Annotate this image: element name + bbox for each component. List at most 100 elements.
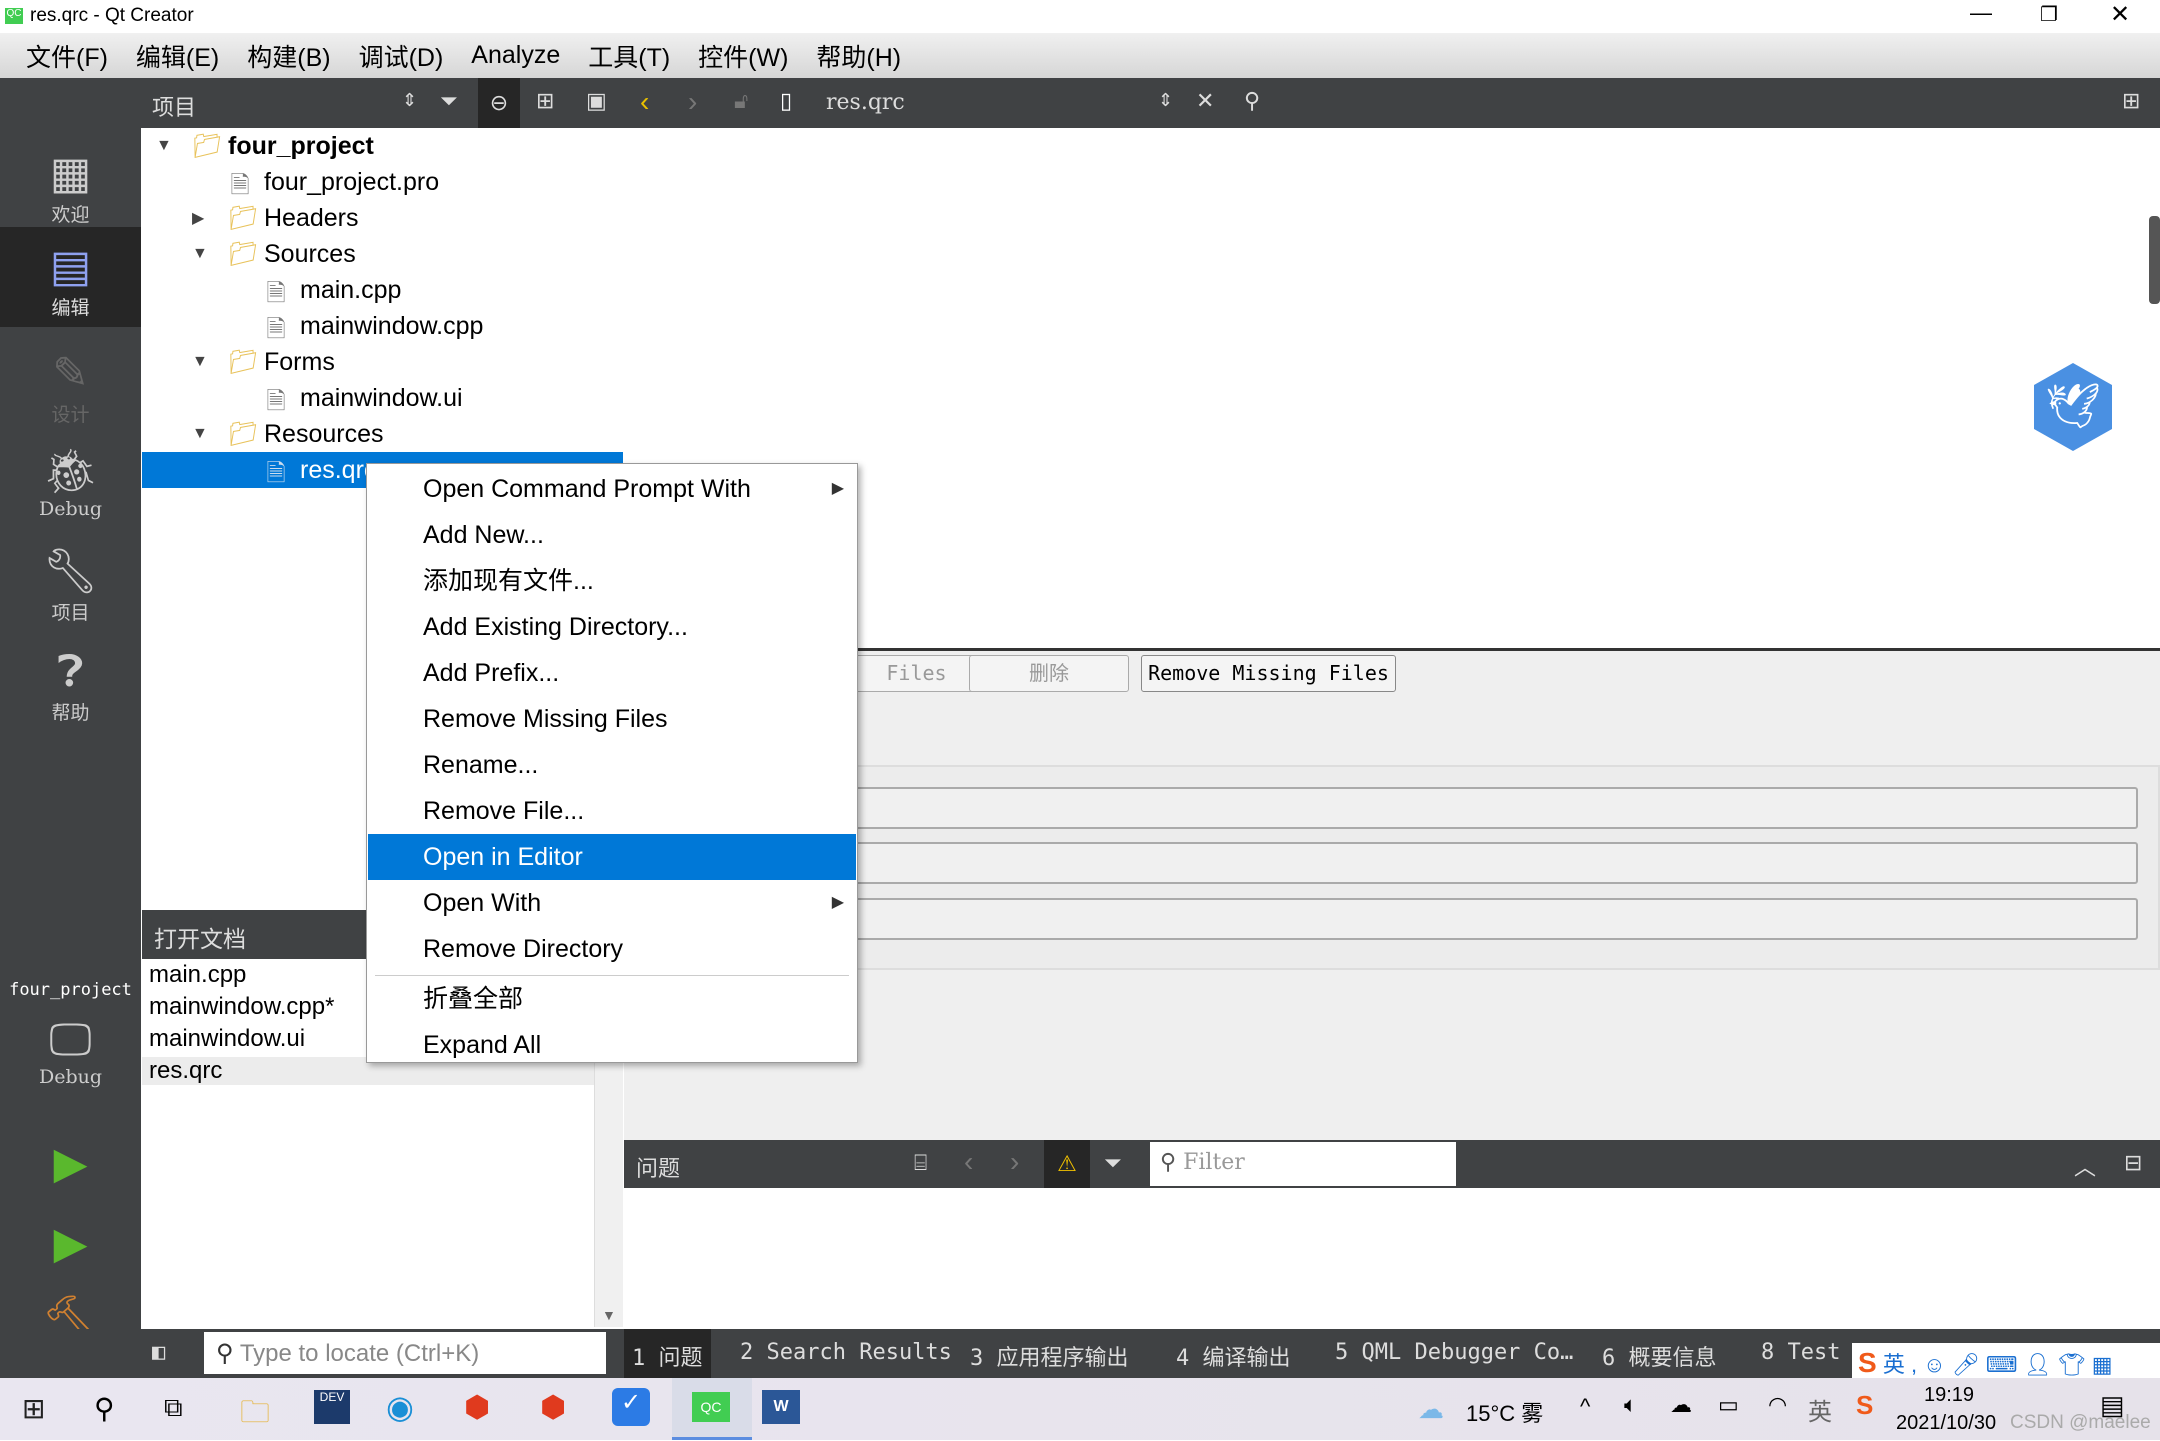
tree-item[interactable]: 🗎 four_project.pro	[142, 164, 623, 200]
menu-tools[interactable]: 工具(T)	[574, 38, 684, 74]
start-icon[interactable]: ⊞	[22, 1392, 45, 1425]
filter-icon[interactable]: ⏷	[1104, 1150, 1122, 1176]
run-button[interactable]: ▶	[0, 1138, 141, 1190]
split-icon[interactable]: ⊞	[536, 88, 554, 114]
scroll-down-icon[interactable]: ▼	[602, 1307, 616, 1323]
context-menu-item[interactable]: 添加现有文件...	[368, 558, 856, 604]
context-menu-item[interactable]: Open in Editor	[368, 834, 856, 880]
clock-time[interactable]: 19:19	[1924, 1384, 1974, 1407]
tree-item[interactable]: 🗎 main.cpp	[142, 272, 623, 308]
context-menu-item[interactable]: Remove Directory	[368, 926, 856, 972]
close-pane-icon[interactable]: ⊟	[2124, 1150, 2142, 1176]
menu-debug[interactable]: 调试(D)	[345, 38, 458, 74]
tree-item[interactable]: ▼ 📁︎ four_project	[142, 128, 623, 164]
menu-widgets[interactable]: 控件(W)	[684, 38, 802, 74]
tree-item[interactable]: ▼ 📁︎ Sources	[142, 236, 623, 272]
file-explorer-icon[interactable]: 🗀︎	[240, 1390, 270, 1441]
open-doc-item[interactable]: mainwindow.cpp*	[149, 993, 334, 1021]
output-tab-problems[interactable]: 1 问题	[624, 1329, 711, 1378]
close-button[interactable]: ✕	[2110, 0, 2130, 29]
inspector-icon[interactable]: ⚲	[1244, 88, 1260, 114]
ime-lang[interactable]: 英	[1883, 1352, 1905, 1377]
kit-selector[interactable]: 🖵︎ Debug	[0, 1014, 141, 1088]
tree-item[interactable]: ▶ 📁︎ Headers	[142, 200, 623, 236]
word-icon[interactable]: W	[762, 1390, 800, 1424]
tree-item[interactable]: 🗎 mainwindow.cpp	[142, 308, 623, 344]
back-icon[interactable]: ‹	[640, 86, 649, 118]
mode-design[interactable]: ✎ 设计	[0, 348, 141, 427]
maximize-pane-icon[interactable]: ︿	[2074, 1150, 2096, 1182]
edge-icon[interactable]: ◉	[386, 1388, 414, 1426]
sogou-tray-icon[interactable]: S	[1856, 1390, 1873, 1421]
remove-missing-files-button[interactable]: Remove Missing Files	[1141, 655, 1396, 692]
context-menu-item[interactable]: Remove Missing Files	[368, 696, 856, 742]
output-tab-test[interactable]: 8 Test	[1761, 1340, 1840, 1365]
filter-input[interactable]: ⚲ Filter	[1150, 1142, 1456, 1186]
filter-icon[interactable]: ⏷	[440, 88, 458, 114]
add-files-button[interactable]: Files	[854, 655, 979, 692]
open-doc-item[interactable]: mainwindow.ui	[149, 1025, 305, 1053]
menu-help[interactable]: 帮助(H)	[802, 38, 915, 74]
mode-help[interactable]: ❓︎ 帮助	[0, 646, 141, 725]
mode-edit[interactable]: ▤ 编辑	[0, 227, 141, 327]
clean-icon[interactable]: ⌸	[914, 1150, 927, 1176]
lock-icon[interactable]: 🔓︎	[734, 88, 748, 114]
context-menu-item[interactable]: Remove File...	[368, 788, 856, 834]
link-icon[interactable]: ⊖	[478, 78, 520, 128]
next-icon[interactable]: ›	[1010, 1146, 1019, 1178]
mode-welcome[interactable]: ▦ 欢迎	[0, 148, 141, 227]
context-menu-item[interactable]: Add Existing Directory...	[368, 604, 856, 650]
volume-icon[interactable]: 🔈︎	[1624, 1392, 1637, 1418]
toggle-sidebar-icon[interactable]: ◧	[152, 1340, 165, 1365]
menu-analyze[interactable]: Analyze	[457, 41, 574, 70]
expand-arrow-icon[interactable]: ▶	[192, 208, 204, 228]
context-menu-item[interactable]: Rename...	[368, 742, 856, 788]
context-menu-item[interactable]: Expand All	[368, 1022, 856, 1068]
collapse-arrow-icon[interactable]: ▼	[156, 137, 172, 155]
side-handle[interactable]	[2149, 216, 2160, 304]
clock-date[interactable]: 2021/10/30	[1896, 1412, 1996, 1435]
output-tab-compile[interactable]: 4 编译输出	[1176, 1340, 1291, 1372]
collapse-arrow-icon[interactable]: ▼	[192, 353, 208, 371]
output-tab-qml[interactable]: 5 QML Debugger Co…	[1335, 1340, 1573, 1365]
locator-input[interactable]: ⚲ Type to locate (Ctrl+K)	[204, 1332, 606, 1374]
menu-file[interactable]: 文件(F)	[12, 38, 122, 74]
search-icon[interactable]: ⚲	[94, 1392, 115, 1425]
output-tab-search[interactable]: 2 Search Results	[740, 1340, 952, 1365]
context-menu-item[interactable]: Add New...	[368, 512, 856, 558]
ime-toolbar[interactable]: S 英 , ☺ 🎤︎ ⌨ 👤︎ 👕︎ ▦	[1852, 1343, 2160, 1380]
output-tab-summary[interactable]: 6 概要信息	[1602, 1340, 1717, 1372]
mode-debug[interactable]: 🐞︎ Debug	[0, 446, 141, 520]
notification-icon[interactable]: ▤	[2100, 1390, 2125, 1421]
menu-build[interactable]: 构建(B)	[233, 38, 344, 74]
debug-run-button[interactable]: ▶	[0, 1218, 141, 1270]
close-document-icon[interactable]: ✕	[1196, 88, 1214, 114]
collapse-arrow-icon[interactable]: ▼	[192, 425, 208, 443]
minimize-button[interactable]: —	[1970, 0, 1992, 26]
context-menu-item[interactable]: Add Prefix...	[368, 650, 856, 696]
tray-expand-icon[interactable]: ^	[1580, 1394, 1590, 1420]
forward-icon[interactable]: ›	[688, 86, 697, 118]
ime-indicator[interactable]: 英	[1808, 1392, 1832, 1427]
onedrive-icon[interactable]: ☁	[1670, 1392, 1692, 1418]
weather-text[interactable]: 15°C 雾	[1466, 1396, 1543, 1428]
open-file-selector[interactable]: res.qrc	[826, 90, 905, 115]
mode-projects[interactable]: 🔧︎ 项目	[0, 546, 141, 625]
sort-arrows-icon[interactable]: ⇕	[402, 90, 417, 111]
output-tab-app-output[interactable]: 3 应用程序输出	[970, 1340, 1129, 1372]
warning-filter-icon[interactable]: ⚠	[1044, 1140, 1090, 1188]
collapse-arrow-icon[interactable]: ▼	[192, 245, 208, 263]
panel-selector[interactable]: 项目	[152, 90, 196, 122]
split-editor-icon[interactable]: ⊞	[2122, 88, 2140, 114]
remove-button[interactable]: 删除	[969, 655, 1129, 692]
menu-edit[interactable]: 编辑(E)	[122, 38, 233, 74]
devcpp-icon[interactable]: DEV	[314, 1390, 350, 1424]
open-doc-item[interactable]: main.cpp	[149, 961, 246, 989]
battery-icon[interactable]: ▭	[1718, 1392, 1739, 1418]
floating-app-icon[interactable]: 🕊︎	[2034, 363, 2112, 451]
context-menu-item[interactable]: Open With ▶	[368, 880, 856, 926]
task-view-icon[interactable]: ⧉	[164, 1392, 183, 1424]
sort-arrows-icon[interactable]: ⇕	[1158, 90, 1173, 111]
tree-item[interactable]: ▼ 📁︎ Forms	[142, 344, 623, 380]
tree-item[interactable]: ▼ 📁︎ Resources	[142, 416, 623, 452]
